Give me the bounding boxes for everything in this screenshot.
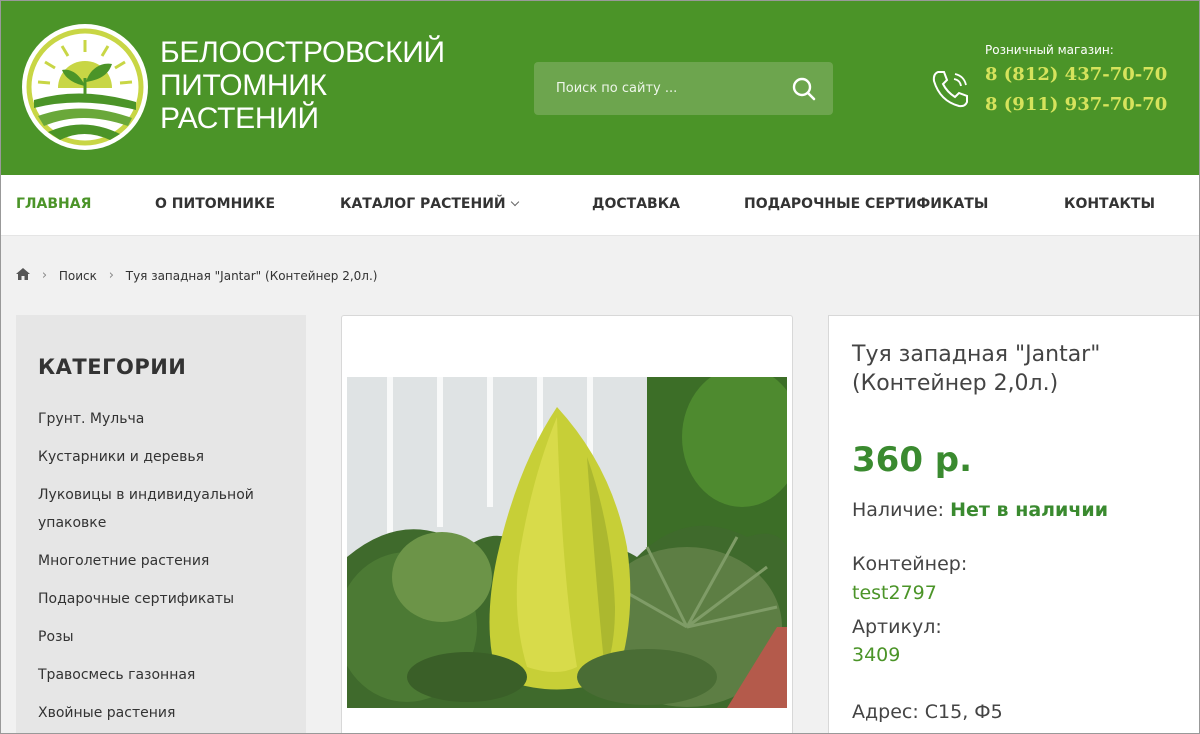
nav-item-home[interactable]: ГЛАВНАЯ (16, 196, 91, 212)
search-icon (792, 77, 816, 101)
availability-label: Наличие: (852, 499, 945, 521)
container-label: Контейнер: (852, 553, 968, 575)
chevron-right-icon: › (41, 268, 48, 283)
search-button[interactable] (791, 76, 817, 102)
product-photo[interactable] (347, 377, 787, 708)
product-price: 360 р. (852, 440, 973, 480)
nav-item-catalog[interactable]: КАТАЛОГ РАСТЕНИЙ (340, 196, 519, 212)
category-item[interactable]: Кустарники и деревья (38, 449, 204, 465)
logo-emblem-icon[interactable] (20, 22, 150, 152)
brand-line: РАСТЕНИЙ (160, 102, 319, 135)
search-input[interactable] (534, 62, 784, 115)
category-list: Грунт. Мульча Кустарники и деревья Луков… (38, 405, 288, 734)
address: Адрес: С15, Ф5 (852, 701, 1003, 723)
phone-icon (928, 66, 974, 112)
brand-line: ПИТОМНИК (160, 69, 327, 102)
product-info-card: Туя западная "Jantar" (Контейнер 2,0л.) … (828, 315, 1200, 734)
nav-item-contacts[interactable]: КОНТАКТЫ (1064, 196, 1155, 212)
product-image-card (341, 315, 793, 734)
article-label: Артикул: (852, 616, 942, 638)
breadcrumb-current: Туя западная "Jantar" (Контейнер 2,0л.) (125, 268, 378, 283)
category-item[interactable]: Розы (38, 629, 74, 645)
availability: Наличие: Нет в наличии (852, 499, 1108, 521)
main-nav: ГЛАВНАЯ О ПИТОМНИКЕ КАТАЛОГ РАСТЕНИЙ ДОС… (0, 175, 1200, 236)
breadcrumb: › Поиск › Туя западная "Jantar" (Контейн… (16, 268, 377, 286)
category-item[interactable]: Многолетние растения (38, 553, 209, 569)
category-item[interactable]: Грунт. Мульча (38, 411, 144, 427)
nav-item-delivery[interactable]: ДОСТАВКА (592, 196, 680, 212)
product-title: Туя западная "Jantar" (Контейнер 2,0л.) (852, 342, 1101, 396)
home-icon[interactable] (16, 268, 30, 283)
availability-status: Нет в наличии (950, 499, 1109, 521)
retail-label: Розничный магазин: (985, 43, 1114, 57)
category-item[interactable]: Травосмесь газонная (38, 667, 195, 683)
categories-sidebar: КАТЕГОРИИ Грунт. Мульча Кустарники и дер… (16, 315, 306, 734)
nav-item-gift-certificates[interactable]: ПОДАРОЧНЫЕ СЕРТИФИКАТЫ (744, 196, 988, 212)
nav-item-label: КАТАЛОГ РАСТЕНИЙ (340, 196, 506, 212)
category-item[interactable]: Луковицы в индивидуальной упаковке (38, 487, 254, 531)
container-value: test2797 (852, 582, 937, 604)
search-box (534, 62, 833, 115)
phone-number-2[interactable]: 8 (911) 937-70-70 (985, 94, 1167, 115)
brand-name[interactable]: БЕЛООСТРОВСКИЙ ПИТОМНИК РАСТЕНИЙ (160, 36, 445, 135)
phone-number-1[interactable]: 8 (812) 437-70-70 (985, 64, 1167, 85)
sidebar-title: КАТЕГОРИИ (38, 355, 187, 379)
chevron-right-icon: › (108, 268, 114, 283)
category-item[interactable]: Подарочные сертификаты (38, 591, 234, 607)
nav-item-about[interactable]: О ПИТОМНИКЕ (155, 196, 275, 212)
site-header: БЕЛООСТРОВСКИЙ ПИТОМНИК РАСТЕНИЙ Розничн… (0, 0, 1200, 175)
brand-line: БЕЛООСТРОВСКИЙ (160, 36, 445, 69)
article-value: 3409 (852, 644, 901, 666)
breadcrumb-search-link[interactable]: Поиск (59, 269, 97, 283)
chevron-down-icon (510, 197, 519, 207)
category-item[interactable]: Хвойные растения (38, 705, 175, 721)
